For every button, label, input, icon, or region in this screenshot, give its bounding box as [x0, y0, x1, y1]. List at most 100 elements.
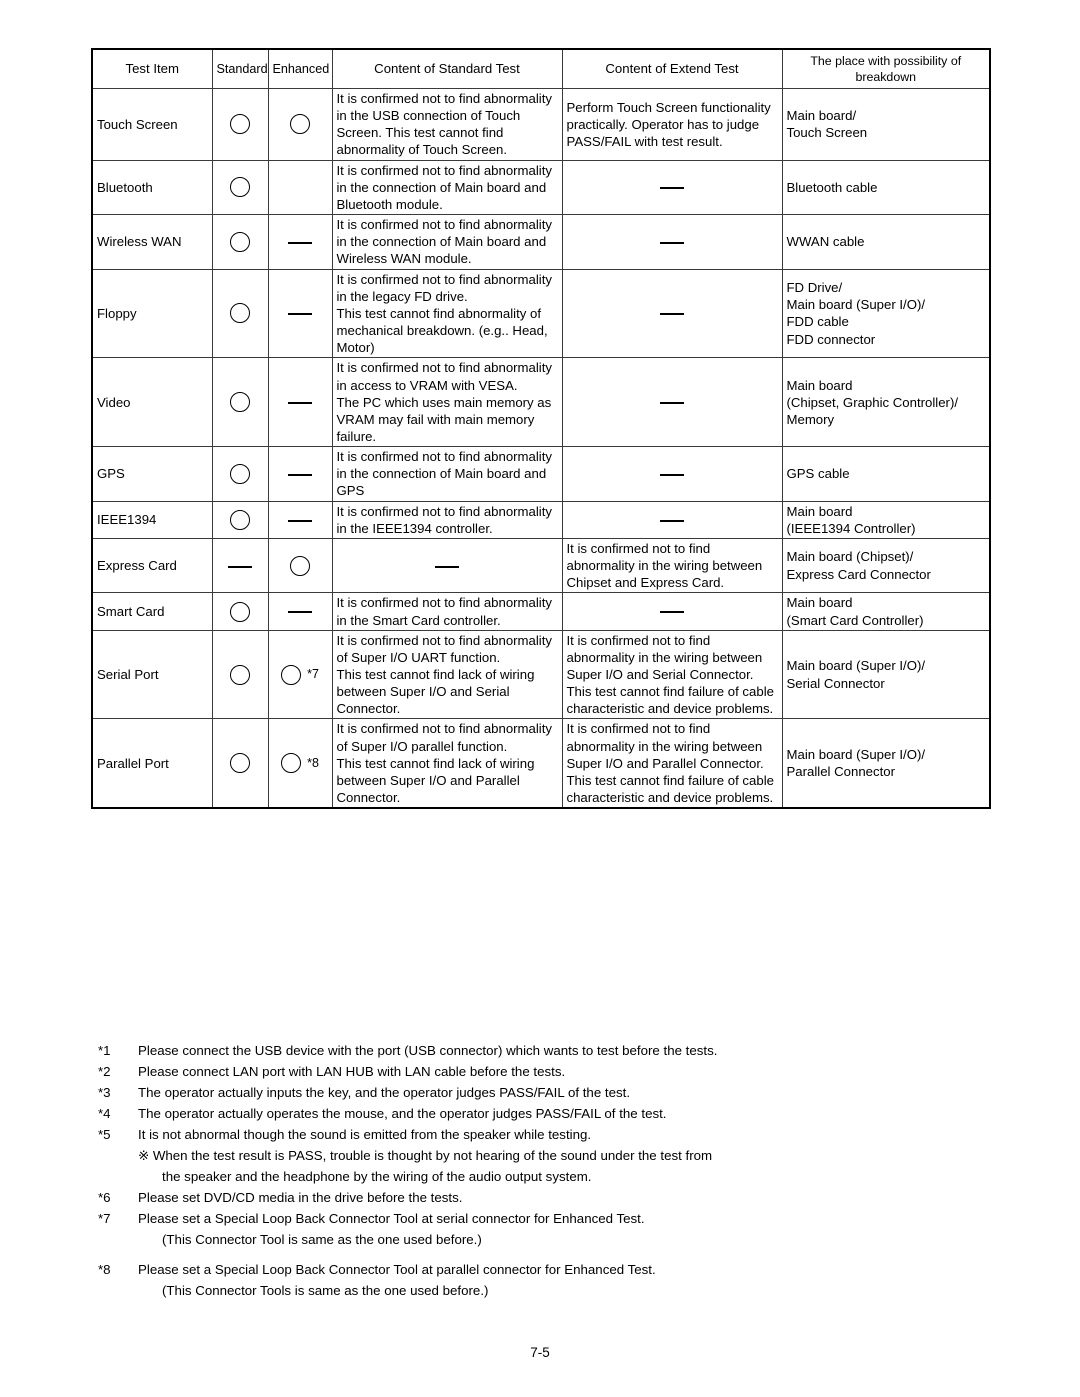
enhanced-circle-icon: [281, 664, 302, 685]
extend-test-dash-icon: [660, 402, 684, 405]
standard-circle-icon: [230, 664, 250, 685]
cell-standard-test-content: It is confirmed not to find abnormality …: [331, 718, 563, 809]
cell-breakdown-place: GPS cable: [781, 446, 991, 502]
cell-standard-test-content: [331, 537, 563, 594]
cell-test-item: Video: [91, 357, 213, 448]
cell-extend-test-content: It is confirmed not to find abnormality …: [561, 629, 783, 720]
cell-standard-test-content: It is confirmed not to find abnormality …: [331, 268, 563, 359]
footnote-tag: *7: [98, 1211, 111, 1226]
extend-test-dash-icon: [660, 519, 684, 522]
footnote-tag: *4: [98, 1106, 111, 1121]
cell-standard-test-content: It is confirmed not to find abnormality …: [331, 159, 563, 216]
footnote-item: *5 It is not abnormal though the sound is…: [98, 1128, 998, 1148]
cell-extend-test-content: [561, 214, 783, 270]
standard-circle-icon: [230, 303, 250, 324]
cell-breakdown-place: WWAN cable: [781, 214, 991, 270]
table-row: Serial Port *7 It is confirmed not to find…: [91, 629, 991, 720]
cell-extend-test-content: [561, 357, 783, 448]
cell-standard-mark: [211, 500, 269, 539]
cell-extend-test-content: It is confirmed not to find abnormality …: [561, 718, 783, 809]
cell-extend-test-content: [561, 268, 783, 359]
table-row: Smart Card It is confirmed not to find ab…: [91, 592, 991, 631]
extend-test-dash-icon: [660, 241, 684, 244]
cell-enhanced-mark: *8: [267, 718, 333, 809]
footnote-text: Please connect the USB device with the p…: [138, 1043, 718, 1058]
footnote-tag: *8: [98, 1262, 111, 1277]
table-row: Bluetooth It is confirmed not to find abn…: [91, 159, 991, 216]
extend-test-dash-icon: [660, 187, 684, 190]
table-row: Video It is confirmed not to find abnorma…: [91, 357, 991, 448]
cell-test-item: Bluetooth: [91, 159, 213, 216]
enhanced-dash-icon: [288, 611, 312, 614]
cell-standard-mark: [211, 537, 269, 594]
column-header-content-extend-test: Content of Extend Test: [561, 48, 783, 89]
footnote-text: It is not abnormal though the sound is e…: [138, 1127, 592, 1142]
footnote-tag: *5: [98, 1127, 111, 1142]
footnote-continuation: ※ When the test result is PASS, trouble …: [138, 1148, 713, 1163]
cell-enhanced-mark: [267, 214, 333, 270]
footnote-tag: *6: [98, 1190, 111, 1205]
column-header-place-breakdown: The place with possibility of breakdown: [781, 48, 991, 89]
footnote-continuation: (This Connector Tools is same as the one…: [162, 1283, 489, 1298]
cell-breakdown-place: FD Drive/Main board (Super I/O)/FDD cabl…: [781, 268, 991, 359]
cell-enhanced-mark: [267, 159, 333, 216]
cell-standard-mark: [211, 718, 269, 809]
extend-test-dash-icon: [660, 611, 684, 614]
table-row: GPS It is confirmed not to find abnormali…: [91, 446, 991, 502]
standard-dash-icon: [228, 565, 252, 568]
standard-circle-icon: [230, 392, 250, 413]
cell-breakdown-place: Main board (IEEE1394 Controller): [781, 500, 991, 539]
footnote-text: Please set a Special Loop Back Connector…: [138, 1211, 645, 1226]
footnote-continuation: the speaker and the headphone by the wir…: [162, 1169, 592, 1184]
cell-standard-test-content: It is confirmed not to find abnormality …: [331, 592, 563, 631]
cell-enhanced-mark: [267, 500, 333, 539]
table-header: Test Item Standard Enhanced Content of S…: [91, 48, 991, 89]
footnote-tag: *1: [98, 1043, 111, 1058]
footnote-item: *7 Please set a Special Loop Back Connect…: [98, 1212, 998, 1232]
cell-extend-test-content: [561, 446, 783, 502]
cell-enhanced-mark: *7: [267, 629, 333, 720]
cell-test-item: Smart Card: [91, 592, 213, 631]
footnote-text: Please set DVD/CD media in the drive bef…: [138, 1190, 463, 1205]
cell-enhanced-mark: [267, 88, 333, 161]
cell-standard-mark: [211, 446, 269, 502]
cell-breakdown-place: Main board/Touch Screen: [781, 88, 991, 161]
enhanced-dash-icon: [288, 402, 312, 405]
standard-test-dash-icon: [435, 565, 459, 568]
cell-test-item: GPS: [91, 446, 213, 502]
standard-circle-icon: [230, 509, 250, 530]
standard-circle-icon: [230, 231, 250, 252]
table-row: Express Card It is confirmed not to find …: [91, 537, 991, 594]
cell-standard-test-content: It is confirmed not to find abnormality …: [331, 214, 563, 270]
cell-breakdown-place: Main board (Super I/O)/Parallel Connecto…: [781, 718, 991, 809]
cell-standard-mark: [211, 268, 269, 359]
cell-extend-test-content: Perform Touch Screen functionality pract…: [561, 88, 783, 161]
cell-standard-mark: [211, 357, 269, 448]
footnote-continuation: (This Connector Tool is same as the one …: [162, 1232, 482, 1247]
enhanced-dash-icon: [288, 473, 312, 476]
cell-breakdown-place: Main board (Chipset, Graphic Controller)/…: [781, 357, 991, 448]
test-matrix-container: Test Item Standard Enhanced Content of S…: [91, 48, 991, 810]
cell-extend-test-content: [561, 592, 783, 631]
cell-test-item: Serial Port: [91, 629, 213, 720]
standard-circle-icon: [230, 753, 250, 774]
standard-circle-icon: [230, 177, 250, 198]
enhanced-dash-icon: [288, 519, 312, 522]
footnote-item: *3 The operator actually inputs the key, …: [98, 1086, 998, 1106]
column-header-content-standard-test: Content of Standard Test: [331, 48, 563, 89]
cell-enhanced-mark: [267, 592, 333, 631]
cell-enhanced-mark: [267, 268, 333, 359]
table-row: Floppy It is confirmed not to find abnorm…: [91, 268, 991, 359]
enhanced-circle-icon: [290, 555, 310, 576]
table-row: Parallel Port *8 It is confirmed not to fi…: [91, 718, 991, 809]
standard-circle-icon: [230, 114, 250, 135]
footnote-item: *2 Please connect LAN port with LAN HUB w…: [98, 1065, 998, 1085]
column-header-enhanced: Enhanced: [267, 48, 333, 89]
cell-test-item: Wireless WAN: [91, 214, 213, 270]
cell-breakdown-place: Main board (Super I/O)/Serial Connector: [781, 629, 991, 720]
cell-standard-mark: [211, 214, 269, 270]
cell-standard-test-content: It is confirmed not to find abnormality …: [331, 500, 563, 539]
cell-standard-test-content: It is confirmed not to find abnormality …: [331, 88, 563, 161]
table-row: Wireless WAN It is confirmed not to find …: [91, 214, 991, 270]
cell-enhanced-mark: [267, 446, 333, 502]
